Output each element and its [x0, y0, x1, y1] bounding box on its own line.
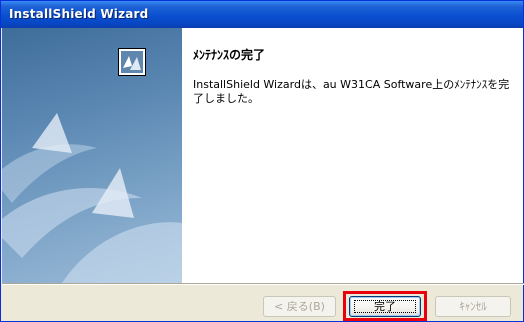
wizard-side-banner: [2, 28, 182, 283]
setup-icon: [118, 48, 146, 76]
completion-heading: ﾒﾝﾃﾅﾝｽの完了: [193, 48, 266, 62]
installshield-window: InstallShield Wizard ﾒﾝﾃﾅﾝｽの完了 InstallSh…: [0, 0, 524, 322]
cancel-button[interactable]: ｷｬﾝｾﾙ: [435, 296, 511, 317]
back-button[interactable]: < 戻る(B): [263, 296, 336, 317]
finish-highlight-box: [343, 291, 427, 321]
installshield-banner-graphic: [2, 113, 182, 283]
content-panel: ﾒﾝﾃﾅﾝｽの完了 InstallShield Wizardは、au W31CA…: [182, 28, 523, 283]
title-bar[interactable]: InstallShield Wizard: [1, 1, 523, 28]
completion-message: InstallShield Wizardは、au W31CA Software上…: [193, 78, 510, 105]
window-title: InstallShield Wizard: [9, 7, 149, 21]
separator-line: [2, 283, 524, 285]
